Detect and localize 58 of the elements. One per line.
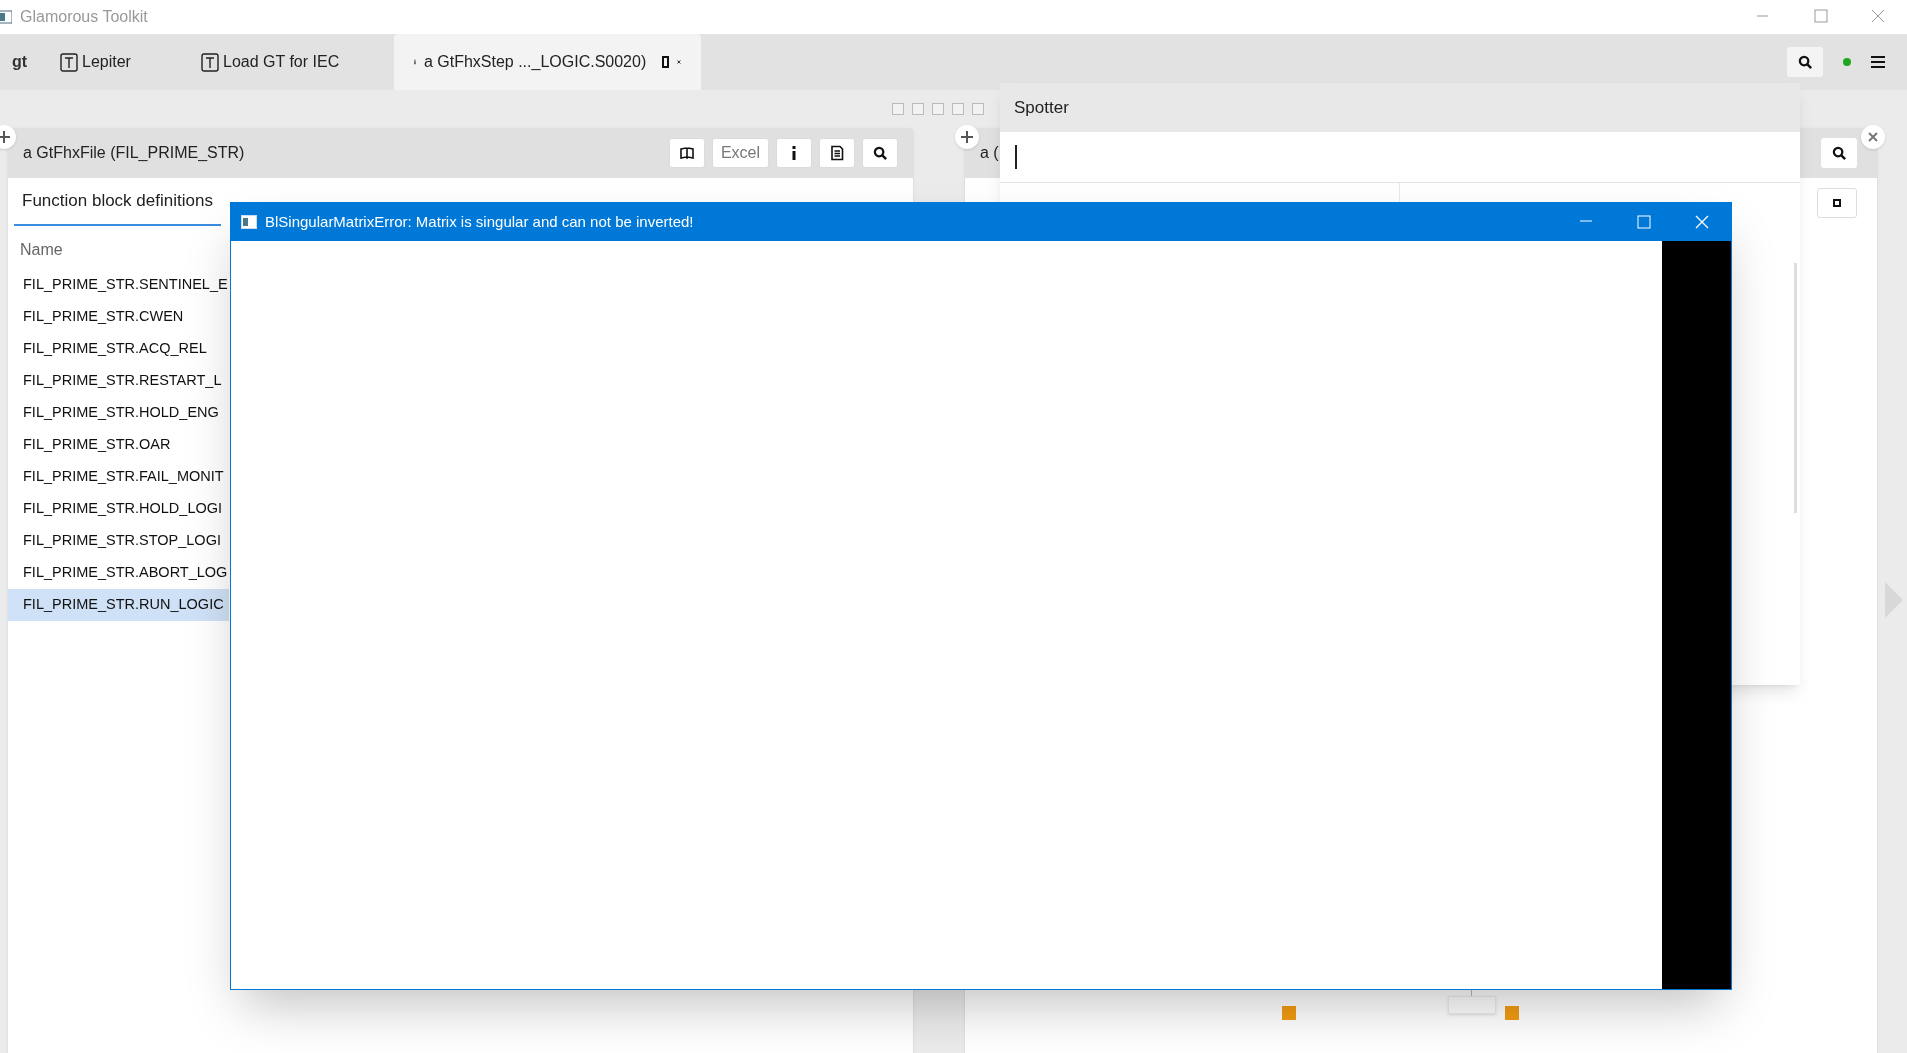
app-icon: [241, 215, 257, 229]
spotter-title: Spotter: [1014, 96, 1069, 119]
scrollbar[interactable]: [1794, 263, 1797, 513]
list-row[interactable]: FIL_PRIME_STR.ACQ_REL: [8, 333, 229, 365]
small-square-icon[interactable]: [1833, 199, 1841, 207]
maximize-icon[interactable]: [662, 56, 670, 68]
menu-icon[interactable]: [1871, 56, 1885, 68]
list-row[interactable]: FIL_PRIME_STR.STOP_LOGI: [8, 525, 229, 557]
excel-button[interactable]: Excel: [711, 138, 769, 168]
search-button[interactable]: [1787, 47, 1823, 77]
pager-square[interactable]: [932, 103, 944, 115]
document-icon: [829, 145, 845, 161]
graph-node: [1282, 1006, 1296, 1020]
page-tab[interactable]: Load GT for IEC: [189, 34, 394, 90]
close-icon: [1868, 132, 1878, 142]
list-row[interactable]: FIL_PRIME_STR.HOLD_LOGI: [8, 493, 229, 525]
search-button[interactable]: [1821, 138, 1857, 168]
page-icon: [201, 52, 219, 72]
list-row[interactable]: FIL_PRIME_STR.RESTART_L: [8, 365, 229, 397]
add-button[interactable]: [955, 125, 979, 149]
book-button[interactable]: [668, 138, 705, 168]
pager-square[interactable]: [912, 103, 924, 115]
search-icon: [1831, 145, 1847, 161]
column-header: Name: [20, 240, 64, 260]
search-icon: [1797, 54, 1813, 70]
close-icon[interactable]: [677, 57, 681, 67]
inspect-button[interactable]: [776, 138, 812, 168]
page-icon: [60, 52, 78, 72]
graph-node: [1505, 1006, 1519, 1020]
pager-square[interactable]: [972, 103, 984, 115]
plus-icon: [961, 131, 973, 143]
pane-title: a (: [980, 143, 999, 163]
gt-logo-tab[interactable]: gt: [0, 34, 44, 90]
plus-icon: [0, 131, 10, 143]
document-button[interactable]: [819, 138, 855, 168]
close-button[interactable]: [1861, 125, 1885, 149]
view-tab[interactable]: Function block definitions: [14, 178, 221, 226]
tab-label: Lepiter: [82, 52, 131, 72]
list-row[interactable]: FIL_PRIME_STR.SENTINEL_E: [8, 269, 229, 301]
pane-title: a GtFhxFile (FIL_PRIME_STR): [23, 143, 245, 163]
list-row[interactable]: FIL_PRIME_STR.OAR: [8, 429, 229, 461]
pager-square[interactable]: [952, 103, 964, 115]
tab-label: Load GT for IEC: [223, 52, 340, 72]
page-tab[interactable]: Lepiter: [44, 34, 189, 90]
book-icon: [678, 145, 695, 161]
list-row[interactable]: FIL_PRIME_STR.FAIL_MONIT: [8, 461, 229, 493]
pager-square[interactable]: [892, 103, 904, 115]
list-row[interactable]: FIL_PRIME_STR.ABORT_LOG: [8, 557, 229, 589]
search-icon: [872, 145, 888, 161]
list-row[interactable]: FIL_PRIME_STR.HOLD_ENG: [8, 397, 229, 429]
window-title: Glamorous Toolkit: [20, 7, 148, 27]
graph-node: [1448, 996, 1496, 1014]
error-title: BlSingularMatrixError: Matrix is singular and can not be inverted!: [265, 211, 694, 232]
inspector-tab[interactable]: a GtFhxStep ..._LOGIC.S0020): [394, 34, 701, 90]
list-row[interactable]: FIL_PRIME_STR.CWEN: [8, 301, 229, 333]
search-button[interactable]: [862, 138, 898, 168]
list-row[interactable]: FIL_PRIME_STR.RUN_LOGIC: [8, 589, 229, 621]
tab-label: a GtFhxStep ..._LOGIC.S0020): [423, 52, 647, 72]
